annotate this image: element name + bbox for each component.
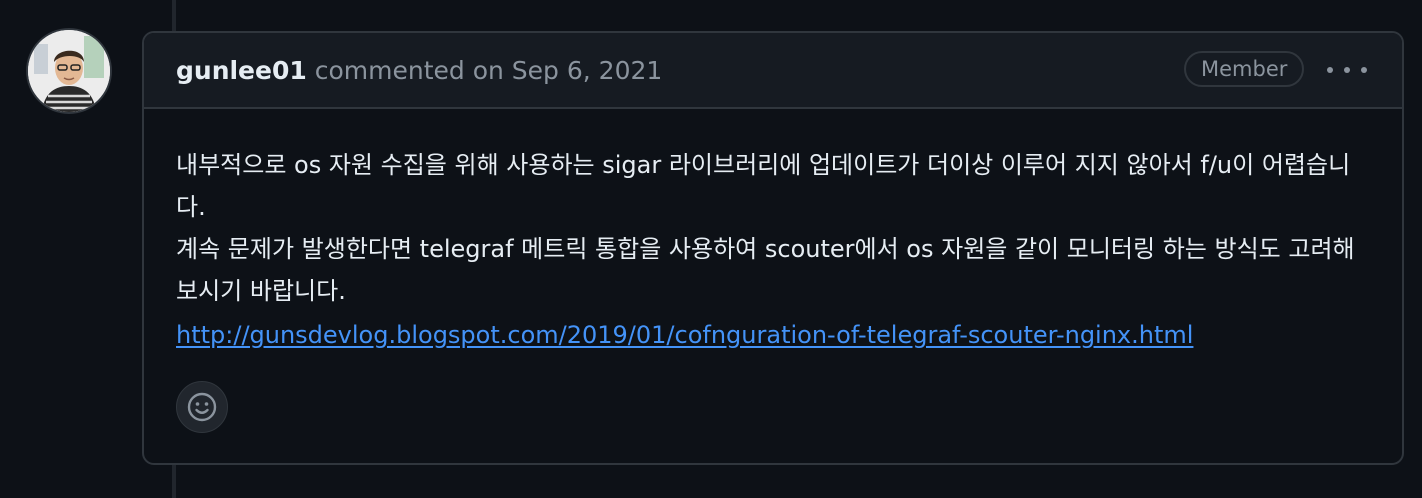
kebab-horizontal-icon[interactable]: [1327, 61, 1367, 79]
avatar-photo: [28, 30, 110, 112]
comment-header-text: gunlee01 commented on Sep 6, 2021: [176, 56, 662, 86]
add-reaction-button[interactable]: [176, 381, 228, 433]
comment-paragraph: 계속 문제가 발생한다면 telegraf 메트릭 통합을 사용하여 scout…: [176, 235, 1355, 305]
comment-link[interactable]: http://gunsdevlog.blogspot.com/2019/01/c…: [176, 314, 1193, 356]
user-avatar[interactable]: [28, 30, 110, 112]
comment-author[interactable]: gunlee01: [176, 56, 307, 85]
comment-timestamp[interactable]: Sep 6, 2021: [512, 56, 663, 85]
kebab-dot: [1344, 67, 1350, 73]
comment-action: commented on: [314, 56, 504, 85]
kebab-dot: [1327, 67, 1333, 73]
role-badge: Member: [1184, 51, 1305, 87]
smiley-icon: [187, 392, 217, 422]
comment-header: gunlee01 commented on Sep 6, 2021 Member: [144, 33, 1402, 109]
comment-box: gunlee01 commented on Sep 6, 2021 Member…: [142, 31, 1404, 465]
comment-body: 내부적으로 os 자원 수집을 위해 사용하는 sigar 라이브러리에 업데이…: [176, 144, 1376, 356]
comment-paragraph: 내부적으로 os 자원 수집을 위해 사용하는 sigar 라이브러리에 업데이…: [176, 151, 1351, 221]
kebab-dot: [1361, 67, 1367, 73]
